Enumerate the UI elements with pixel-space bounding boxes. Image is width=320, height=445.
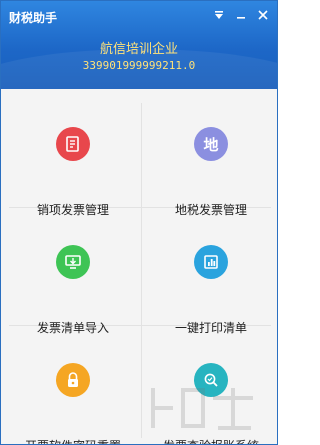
tile-label: 地税发票管理: [174, 203, 247, 217]
minimize-icon[interactable]: [233, 7, 249, 23]
tax-id: 339901999999211.0: [82, 59, 196, 72]
company-name: 航信培训企业: [99, 42, 178, 57]
tile-sales-invoice-management[interactable]: 销项发票管理: [5, 111, 141, 227]
import-monitor-icon: [56, 245, 90, 279]
print-chart-icon: [194, 245, 228, 279]
invoice-document-icon: [56, 127, 90, 161]
tile-label: 发票查验报账系统: [143, 437, 277, 444]
window-controls: [211, 7, 271, 23]
tile-label: 一键打印清单: [174, 321, 247, 335]
lock-icon: [56, 363, 90, 397]
local-tax-icon-text: 地: [203, 135, 219, 154]
tile-one-click-print-list[interactable]: 一键打印清单: [143, 229, 277, 345]
tile-invoice-list-import[interactable]: 发票清单导入: [5, 229, 141, 345]
tile-label: 发票清单导入: [36, 321, 109, 335]
tile-label: 开票软件密码重置: [5, 437, 141, 444]
close-icon[interactable]: [255, 7, 271, 23]
menu-down-icon[interactable]: [211, 7, 227, 23]
tile-local-tax-invoice-management[interactable]: 地 地税发票管理: [143, 111, 277, 227]
download-site-watermark: [151, 388, 253, 430]
app-window: 财税助手 航信培训企业 339901999999211.0 销项发票管理 地 地…: [0, 0, 278, 445]
app-title: 财税助手: [9, 11, 58, 25]
tile-password-reset[interactable]: 开票软件密码重置: [5, 347, 141, 444]
local-tax-icon: 地: [194, 127, 228, 161]
header-banner: 财税助手 航信培训企业 339901999999211.0: [1, 1, 277, 129]
tile-label: 销项发票管理: [36, 203, 109, 217]
